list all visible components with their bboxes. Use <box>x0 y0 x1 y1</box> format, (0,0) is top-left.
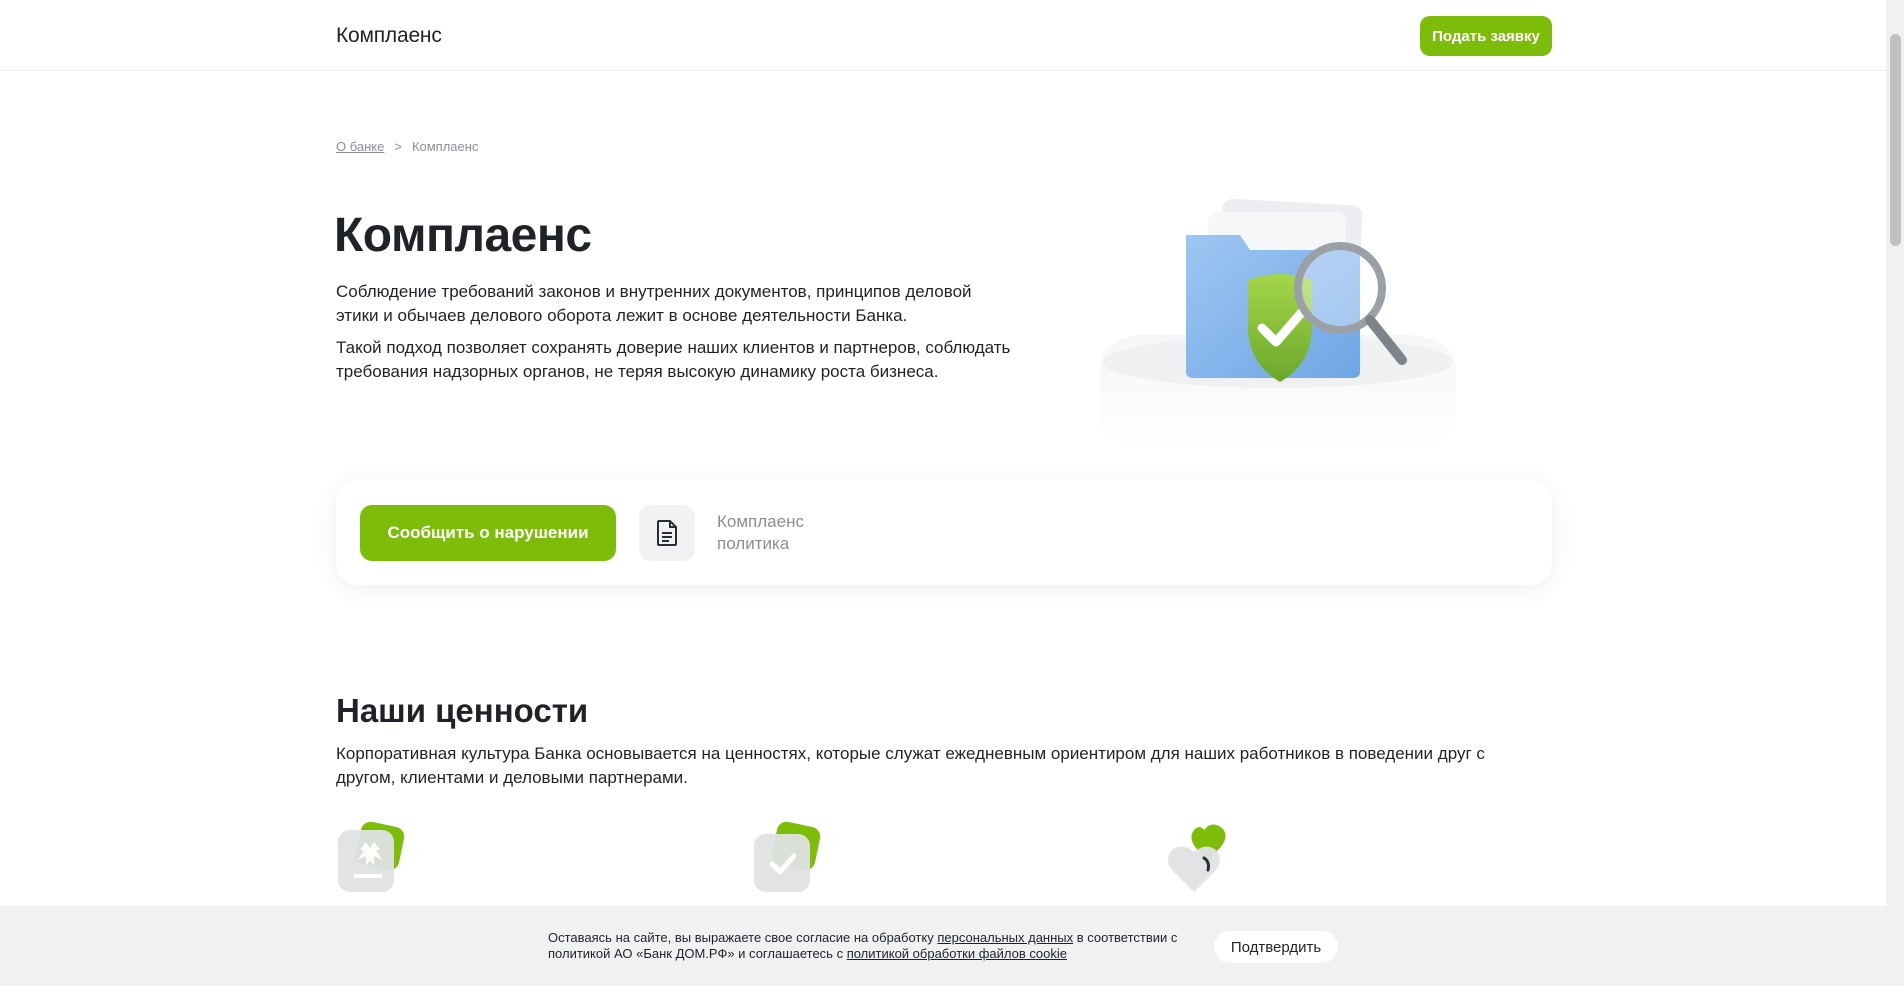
heart-icon <box>1164 820 1244 900</box>
cookie-banner: Оставаясь на сайте, вы выражаете свое со… <box>0 906 1886 986</box>
hero-paragraph-1: Соблюдение требований законов и внутренн… <box>336 282 972 325</box>
eagle-emblem-icon <box>336 820 416 900</box>
header-brand[interactable]: Комплаенс <box>336 24 442 48</box>
breadcrumb-current: Комплаенс <box>411 139 479 154</box>
report-violation-button[interactable]: Сообщить о нарушении <box>360 505 616 561</box>
scrollbar-thumb[interactable] <box>1890 34 1901 246</box>
compliance-policy-link[interactable]: Комплаенс политика <box>639 505 827 561</box>
breadcrumb: О банке > Комплаенс <box>336 139 478 154</box>
hero-description: Соблюдение требований законов и внутренн… <box>336 280 1016 384</box>
site-header: Комплаенс Подать заявку <box>0 0 1886 71</box>
actions-card: Сообщить о нарушении Комплаенс политика <box>336 479 1552 585</box>
personal-data-link[interactable]: персональных данных <box>937 930 1073 945</box>
cookie-text-before: Оставаясь на сайте, вы выражаете свое со… <box>548 930 938 945</box>
scrollbar[interactable] <box>1886 0 1904 986</box>
hero-paragraph-2: Такой подход позволяет сохранять доверие… <box>336 338 1011 381</box>
apply-button[interactable]: Подать заявку <box>1420 16 1552 56</box>
folder-shield-magnifier-icon <box>1090 190 1470 450</box>
page-title: Комплаенс <box>334 209 592 262</box>
values-title: Наши ценности <box>336 692 589 729</box>
check-icon <box>750 820 830 900</box>
policy-link-label: Комплаенс политика <box>717 512 804 553</box>
breadcrumb-separator: > <box>394 139 402 154</box>
cookie-policy-link[interactable]: политикой обработки файлов cookie <box>847 946 1067 961</box>
cookie-text: Оставаясь на сайте, вы выражаете свое со… <box>548 930 1188 962</box>
breadcrumb-link-about[interactable]: О банке <box>336 139 384 154</box>
confirm-cookie-button[interactable]: Подтвердить <box>1214 931 1338 963</box>
values-description: Корпоративная культура Банка основываетс… <box>336 744 1485 787</box>
document-icon <box>639 505 695 561</box>
